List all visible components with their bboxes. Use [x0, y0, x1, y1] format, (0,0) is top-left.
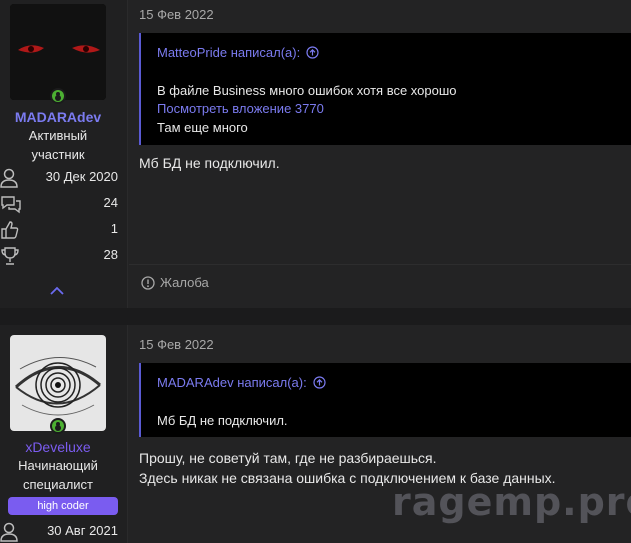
post-footer-divider [129, 264, 631, 265]
online-status-icon [50, 418, 66, 434]
stat-joined: 30 Авг 2021 [0, 521, 122, 542]
quote-author[interactable]: MatteoPride написал(а): [157, 45, 319, 60]
arrow-up-circle-icon[interactable] [313, 376, 326, 389]
alert-circle-icon [141, 275, 155, 290]
online-status-icon [50, 88, 66, 104]
user-title: Активный участник [28, 128, 88, 162]
stat-joined: 30 Дек 2020 [0, 167, 122, 188]
avatar[interactable] [10, 4, 106, 100]
post-1-body: 15 Фев 2022 MatteoPride написал(а): В фа… [129, 0, 631, 308]
stat-reactions: 1 [0, 219, 122, 239]
collapse-chevron-icon[interactable] [49, 283, 65, 301]
thumbs-up-icon [1, 221, 19, 239]
stat-points: 28 [0, 245, 122, 265]
quote-author[interactable]: MADARAdev написал(а): [157, 375, 326, 390]
stat-messages: 24 [0, 193, 122, 214]
report-link[interactable]: Жалоба [141, 275, 209, 290]
trophy-icon [1, 247, 19, 265]
points-count: 28 [103, 247, 118, 262]
user-icon [0, 168, 18, 188]
joined-date: 30 Авг 2021 [47, 523, 118, 538]
avatar[interactable] [10, 335, 106, 431]
joined-date: 30 Дек 2020 [45, 169, 118, 184]
quote-text: Там еще много [157, 120, 248, 135]
quote-text: В файле Business много ошибок хотя все х… [157, 83, 457, 98]
user-title: Начинающий специалист [18, 458, 98, 492]
post-divider [0, 308, 631, 325]
user-badge: high coder [8, 497, 118, 515]
post-date[interactable]: 15 Фев 2022 [139, 337, 214, 352]
comments-icon [1, 196, 21, 214]
watermark-logo: ragemp.pro [392, 480, 631, 524]
username[interactable]: MADARAdev [0, 109, 116, 125]
quote-block: MatteoPride написал(а): В файле Business… [139, 33, 631, 145]
user-icon [0, 522, 18, 542]
message-text: Прошу, не советуй там, где не разбираешь… [139, 450, 437, 466]
attachment-link[interactable]: Посмотреть вложение 3770 [157, 101, 324, 116]
post-date[interactable]: 15 Фев 2022 [139, 7, 214, 22]
username[interactable]: xDeveluxe [0, 439, 116, 455]
quote-block: MADARAdev написал(а): Мб БД не подключил… [139, 363, 631, 437]
messages-count: 24 [103, 195, 118, 210]
quote-text: Мб БД не подключил. [157, 413, 288, 428]
reactions-count: 1 [110, 221, 118, 236]
message-text: Мб БД не подключил. [139, 155, 280, 171]
arrow-up-circle-icon[interactable] [306, 46, 319, 59]
